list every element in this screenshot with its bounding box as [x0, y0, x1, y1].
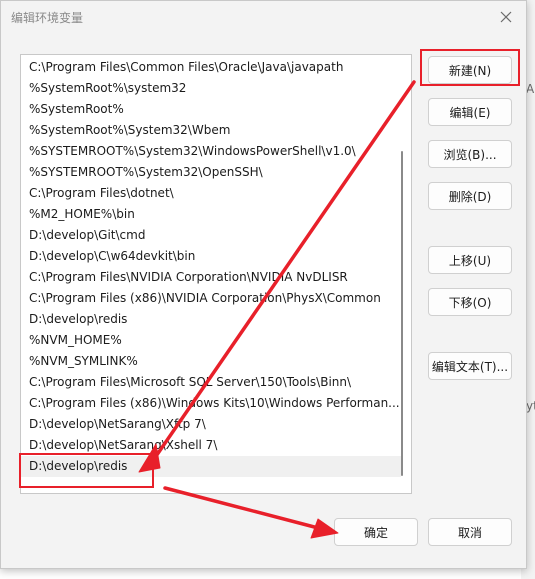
edit-environment-variable-dialog: 编辑环境变量 C:\Program Files\Common Files\Ora…: [0, 0, 527, 569]
list-item[interactable]: C:\Program Files\Microsoft SQL Server\15…: [21, 372, 401, 393]
list-item[interactable]: D:\develop\NetSarang\Xftp 7\: [21, 414, 401, 435]
list-item[interactable]: C:\Program Files (x86)\NVIDIA Corporatio…: [21, 288, 401, 309]
delete-button[interactable]: 删除(D): [428, 182, 512, 210]
list-item[interactable]: D:\develop\redis: [21, 456, 401, 477]
dialog-title: 编辑环境变量: [11, 11, 84, 25]
list-item[interactable]: D:\develop\Git\cmd: [21, 225, 401, 246]
list-item[interactable]: C:\Program Files (x86)\Windows Kits\10\W…: [21, 393, 401, 414]
list-item[interactable]: %SYSTEMROOT%\System32\WindowsPowerShell\…: [21, 141, 401, 162]
edit-text-button[interactable]: 编辑文本(T)...: [428, 352, 512, 380]
list-item[interactable]: C:\Program Files\Common Files\Oracle\Jav…: [21, 57, 401, 78]
list-item[interactable]: C:\Program Files\dotnet\: [21, 183, 401, 204]
title-bar: 编辑环境变量: [1, 1, 526, 33]
ok-button[interactable]: 确定: [334, 518, 418, 546]
list-item[interactable]: %SYSTEMROOT%\System32\OpenSSH\: [21, 162, 401, 183]
new-button[interactable]: 新建(N): [428, 56, 512, 84]
cancel-button[interactable]: 取消: [428, 518, 512, 546]
scrollbar-thumb[interactable]: [401, 151, 403, 476]
list-item[interactable]: D:\develop\redis: [21, 309, 401, 330]
background-text-fragment: Ap: [526, 82, 535, 96]
move-down-button[interactable]: 下移(O): [428, 288, 512, 316]
move-up-button[interactable]: 上移(U): [428, 246, 512, 274]
edit-button[interactable]: 编辑(E): [428, 98, 512, 126]
list-item[interactable]: D:\develop\C\w64devkit\bin: [21, 246, 401, 267]
background-text-fragment: yt: [526, 399, 535, 413]
list-item[interactable]: %NVM_HOME%: [21, 330, 401, 351]
list-item[interactable]: %SystemRoot%\System32\Wbem: [21, 120, 401, 141]
list-item[interactable]: %SystemRoot%\system32: [21, 78, 401, 99]
browse-button[interactable]: 浏览(B)...: [428, 140, 512, 168]
list-item[interactable]: %SystemRoot%: [21, 99, 401, 120]
list-item[interactable]: C:\Program Files\NVIDIA Corporation\NVID…: [21, 267, 401, 288]
close-button[interactable]: [496, 7, 516, 27]
path-list[interactable]: C:\Program Files\Common Files\Oracle\Jav…: [20, 54, 412, 494]
list-item[interactable]: %NVM_SYMLINK%: [21, 351, 401, 372]
list-item[interactable]: D:\develop\NetSarang\Xshell 7\: [21, 435, 401, 456]
list-item[interactable]: %M2_HOME%\bin: [21, 204, 401, 225]
close-icon: [500, 11, 512, 23]
